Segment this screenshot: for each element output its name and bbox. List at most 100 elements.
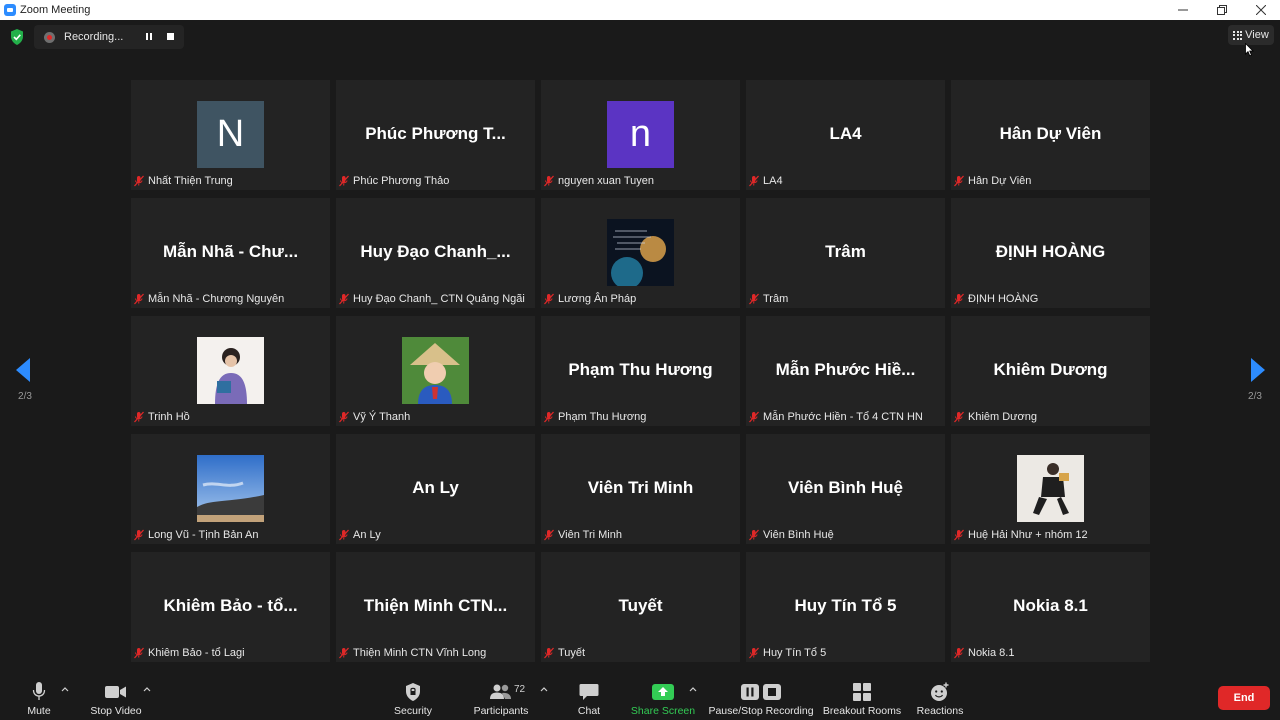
restore-icon xyxy=(1216,5,1227,15)
participant-avatar: N xyxy=(197,101,264,168)
participant-tile[interactable]: Lương Ân Pháp xyxy=(541,198,740,308)
participant-name-label: Viên Bình Huệ xyxy=(748,527,834,543)
participants-options-caret-icon[interactable] xyxy=(540,686,548,692)
participant-tile[interactable]: Thiện Minh CTN... Thiện Minh CTN Vĩnh Lon… xyxy=(336,552,535,662)
mute-label: Mute xyxy=(27,705,51,717)
recording-dot-icon xyxy=(44,31,55,43)
participant-tile[interactable]: Khiêm Dương Khiêm Dương xyxy=(951,316,1150,426)
breakout-rooms-icon xyxy=(853,681,871,703)
participant-tile[interactable]: Nokia 8.1 Nokia 8.1 xyxy=(951,552,1150,662)
participant-tile[interactable]: ĐỊNH HOÀNG ĐỊNH HOÀNG xyxy=(951,198,1150,308)
participant-tile[interactable]: LA4 LA4 xyxy=(746,80,945,190)
close-window-button[interactable] xyxy=(1241,0,1280,20)
chat-bubble-icon xyxy=(579,681,599,703)
participant-tile[interactable]: Phúc Phương T... Phúc Phương Thảo xyxy=(336,80,535,190)
audio-options-caret-icon[interactable] xyxy=(61,686,69,692)
participant-display-name: Viên Bình Huệ xyxy=(788,478,903,497)
chat-button[interactable]: Chat xyxy=(574,681,604,717)
share-screen-icon xyxy=(652,681,674,703)
participant-display-name: Thiện Minh CTN... xyxy=(363,596,508,615)
participant-tile[interactable]: Long Vũ - Tịnh Bản An xyxy=(131,434,330,544)
muted-microphone-icon xyxy=(543,647,555,659)
participant-display-name: Mẫn Phước Hiề... xyxy=(775,360,916,379)
participant-name-label: Phạm Thu Hương xyxy=(543,409,646,425)
participant-tile[interactable]: Mẫn Nhã - Chư... Mẫn Nhã - Chương Nguyên xyxy=(131,198,330,308)
participant-tile[interactable]: Mẫn Phước Hiề... Mẫn Phước Hiền - Tổ 4 CT… xyxy=(746,316,945,426)
participant-tile[interactable]: Viên Bình Huệ Viên Bình Huệ xyxy=(746,434,945,544)
reactions-button[interactable]: Reactions xyxy=(915,681,965,717)
participant-name: nguyen xuan Tuyen xyxy=(558,175,655,187)
microphone-icon xyxy=(32,681,46,703)
participant-tile[interactable]: Huệ Hải Như + nhóm 12 xyxy=(951,434,1150,544)
page-indicator-left: 2/3 xyxy=(18,391,32,402)
stop-recording-icon[interactable] xyxy=(167,33,174,40)
reactions-emoji-icon xyxy=(930,681,950,703)
participant-name-label: Mẫn Phước Hiền - Tổ 4 CTN HN xyxy=(748,409,923,425)
participant-name: Nhất Thiện Trung xyxy=(148,175,233,187)
participant-name-label: Long Vũ - Tịnh Bản An xyxy=(133,527,259,543)
pause-recording-icon[interactable] xyxy=(144,32,154,42)
encryption-shield-icon[interactable] xyxy=(10,29,24,45)
security-button[interactable]: Security xyxy=(393,681,433,717)
muted-microphone-icon xyxy=(133,293,145,305)
participant-name: Phúc Phương Thảo xyxy=(353,175,450,187)
muted-microphone-icon xyxy=(133,647,145,659)
participants-count: 72 xyxy=(514,684,526,695)
muted-microphone-icon xyxy=(338,529,350,541)
participant-tile[interactable]: Khiêm Bảo - tổ... Khiêm Bảo - tổ Lagi xyxy=(131,552,330,662)
stop-video-button[interactable]: Stop Video xyxy=(90,681,142,717)
participant-name: Lương Ân Pháp xyxy=(558,293,637,305)
video-options-caret-icon[interactable] xyxy=(143,686,151,692)
participant-name-label: Nokia 8.1 xyxy=(953,645,1014,661)
mute-button[interactable]: Mute xyxy=(24,681,54,717)
end-meeting-button[interactable]: End xyxy=(1218,686,1270,710)
video-camera-icon xyxy=(105,681,127,703)
window-titlebar: Zoom Meeting xyxy=(0,0,1280,20)
minimize-icon xyxy=(1177,9,1188,11)
participant-display-name: Huy Tín Tổ 5 xyxy=(794,596,897,615)
participant-display-name: LA4 xyxy=(829,124,862,143)
security-shield-icon xyxy=(405,681,421,703)
pause-stop-recording-button[interactable]: Pause/Stop Recording xyxy=(708,681,814,717)
participant-name: Khiêm Bảo - tổ Lagi xyxy=(148,647,245,659)
view-button[interactable]: View xyxy=(1228,25,1274,45)
restore-button[interactable] xyxy=(1202,0,1241,20)
participant-name-label: Hân Dự Viên xyxy=(953,173,1031,189)
stop-video-label: Stop Video xyxy=(90,705,142,717)
participant-tile[interactable]: Viên Tri Minh Viên Tri Minh xyxy=(541,434,740,544)
participant-name: Hân Dự Viên xyxy=(968,175,1032,187)
participant-name: Nokia 8.1 xyxy=(968,647,1015,659)
participant-tile[interactable]: Trinh Hồ xyxy=(131,316,330,426)
muted-microphone-icon xyxy=(133,529,145,541)
page-indicator-right: 2/3 xyxy=(1248,391,1262,402)
participant-name: ĐỊNH HOÀNG xyxy=(968,293,1039,305)
participant-tile[interactable]: n nguyen xuan Tuyen xyxy=(541,80,740,190)
participant-name-label: LA4 xyxy=(748,173,783,189)
participant-photo xyxy=(197,455,264,522)
muted-microphone-icon xyxy=(748,411,760,423)
muted-microphone-icon xyxy=(953,529,965,541)
security-label: Security xyxy=(394,705,432,717)
share-options-caret-icon[interactable] xyxy=(689,686,697,692)
share-screen-button[interactable]: Share Screen xyxy=(630,681,696,717)
next-page-arrow-icon[interactable] xyxy=(1250,358,1266,382)
participants-label: Participants xyxy=(473,705,529,717)
participant-tile[interactable]: Hân Dự Viên Hân Dự Viên xyxy=(951,80,1150,190)
participant-tile[interactable]: Tuyết Tuyết xyxy=(541,552,740,662)
participant-display-name: ĐỊNH HOÀNG xyxy=(995,242,1106,261)
participant-tile[interactable]: N Nhất Thiện Trung xyxy=(131,80,330,190)
meeting-toolbar: Mute Stop Video Security Participants 72… xyxy=(0,673,1280,720)
participant-tile[interactable]: Huy Đạo Chanh_... Huy Đạo Chanh_ CTN Quản… xyxy=(336,198,535,308)
participant-tile[interactable]: Trâm Trâm xyxy=(746,198,945,308)
muted-microphone-icon xyxy=(133,175,145,187)
recording-indicator: Recording... xyxy=(34,25,184,49)
participant-tile[interactable]: An Ly An Ly xyxy=(336,434,535,544)
breakout-rooms-button[interactable]: Breakout Rooms xyxy=(823,681,901,717)
participant-tile[interactable]: Vỹ Ý Thanh xyxy=(336,316,535,426)
previous-page-arrow-icon[interactable] xyxy=(16,358,32,382)
participant-tile[interactable]: Phạm Thu Hương Phạm Thu Hương xyxy=(541,316,740,426)
muted-microphone-icon xyxy=(748,293,760,305)
participant-tile[interactable]: Huy Tín Tổ 5 Huy Tín Tổ 5 xyxy=(746,552,945,662)
minimize-button[interactable] xyxy=(1163,0,1202,20)
participant-name-label: Khiêm Bảo - tổ Lagi xyxy=(133,645,245,661)
